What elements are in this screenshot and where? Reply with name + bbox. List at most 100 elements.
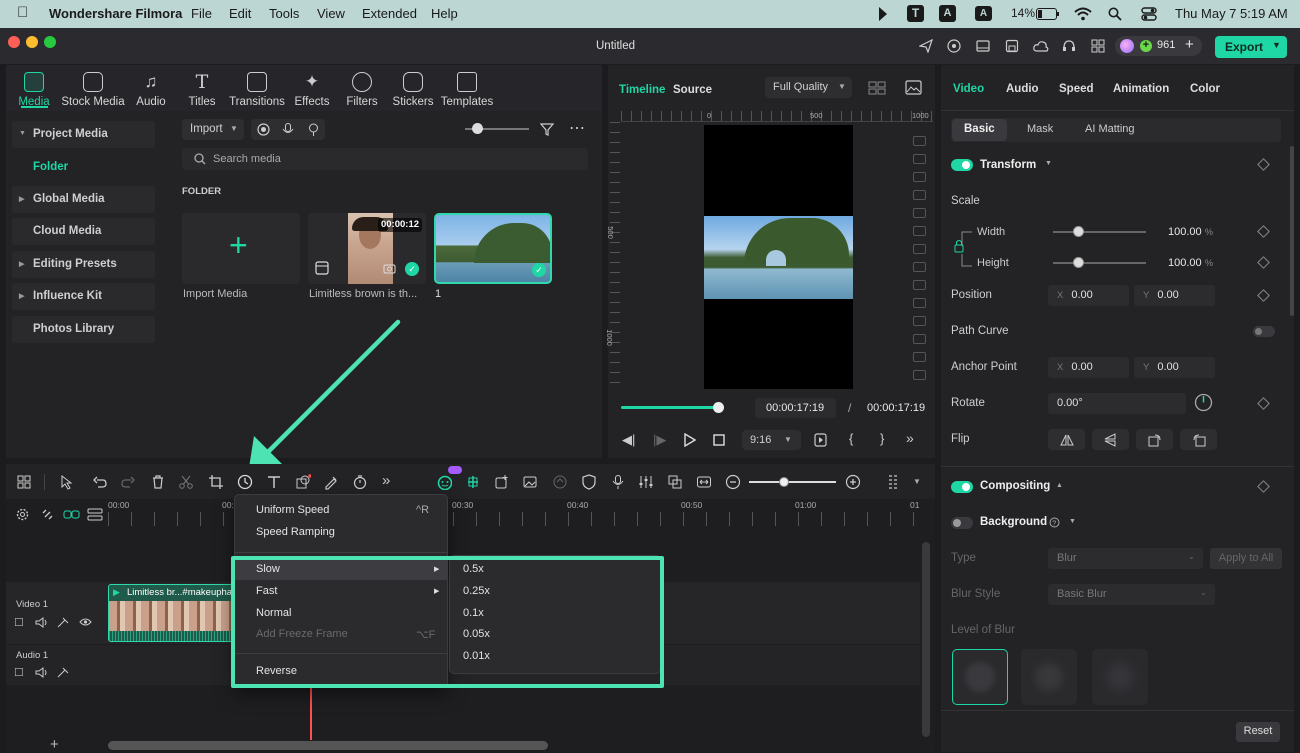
preview-canvas[interactable] [704, 125, 853, 389]
media-clip-2[interactable]: ✓ [434, 213, 552, 284]
caret-down-icon[interactable]: ▼ [1045, 160, 1052, 167]
export-button[interactable]: Export ▼ [1215, 36, 1287, 58]
subtab-basic[interactable]: Basic [952, 119, 1007, 141]
layout-icon[interactable] [976, 39, 990, 53]
blur-style-dropdown[interactable]: Basic Blur ⌄ [1048, 584, 1215, 605]
ai-assistant-icon[interactable] [436, 474, 452, 490]
path-curve-toggle[interactable] [1253, 326, 1275, 337]
apple-icon[interactable]:  [17, 4, 28, 21]
minimize-window-button[interactable] [26, 36, 38, 48]
tab-templates[interactable]: Templates [440, 72, 494, 108]
rotate-input[interactable]: 0.00° [1048, 393, 1186, 414]
submenu-item-0-5x[interactable]: 0.5x [463, 563, 484, 575]
tab-audio-properties[interactable]: Audio [1006, 83, 1039, 95]
sidebar-item-photos-library[interactable]: Photos Library [12, 316, 155, 343]
record-screen-icon[interactable] [257, 123, 270, 136]
submenu-item-0-1x[interactable]: 0.1x [463, 607, 484, 619]
tab-source[interactable]: Source [673, 84, 712, 96]
tab-stickers[interactable]: Stickers [391, 72, 435, 108]
cloud-upload-icon[interactable] [1033, 39, 1049, 53]
add-track-plus-icon[interactable]: + [50, 736, 59, 753]
clock[interactable]: Thu May 7 5:19 AM [1175, 6, 1288, 21]
slider-handle[interactable] [472, 123, 483, 134]
mark-out-icon[interactable]: } [880, 431, 884, 446]
a-app-icon[interactable]: A [939, 5, 956, 22]
spotlight-search-icon[interactable] [1108, 7, 1122, 21]
image-edit-icon[interactable] [522, 474, 538, 490]
tab-effects[interactable]: ✦ Effects [293, 72, 331, 108]
menu-item-speed-ramping[interactable]: Speed Ramping [256, 526, 335, 538]
tab-color[interactable]: Color [1190, 83, 1220, 95]
control-center-icon[interactable] [1141, 6, 1157, 22]
menu-extended[interactable]: Extended [362, 6, 417, 21]
tab-timeline[interactable]: Timeline [619, 84, 665, 96]
undo-icon[interactable] [92, 474, 108, 490]
link-icon[interactable] [63, 507, 80, 522]
avatar[interactable] [1120, 39, 1134, 53]
position-x-input[interactable]: X 0.00 [1048, 285, 1129, 306]
properties-scrollbar[interactable] [1290, 146, 1294, 316]
search-input[interactable]: Search media [182, 148, 588, 170]
apps-grid-icon[interactable] [1091, 39, 1105, 53]
tab-stock-media[interactable]: Stock Media [61, 72, 125, 108]
more-tools-icon[interactable]: » [382, 472, 390, 489]
menu-help[interactable]: Help [431, 6, 458, 21]
slider-handle[interactable] [779, 477, 789, 487]
credits-badge[interactable]: + 961 + [1115, 36, 1202, 56]
app-name[interactable]: Wondershare Filmora [49, 6, 182, 21]
headset-support-icon[interactable] [1062, 39, 1076, 53]
speaker-icon[interactable] [35, 617, 48, 628]
next-frame-icon[interactable]: |▶ [653, 432, 666, 448]
anchor-x-input[interactable]: X 0.00 [1048, 357, 1129, 378]
menu-item-normal[interactable]: Normal [256, 607, 291, 619]
help-icon[interactable]: ? [1049, 517, 1060, 528]
timeline-zoom-slider[interactable] [749, 481, 836, 483]
microphone-icon[interactable] [282, 123, 294, 136]
crop-icon[interactable] [208, 474, 224, 490]
record-voice-icon[interactable] [610, 474, 626, 490]
submenu-item-0-05x[interactable]: 0.05x [463, 628, 490, 640]
close-window-button[interactable] [8, 36, 20, 48]
playhead-handle[interactable] [713, 402, 724, 413]
flip-horizontal-button[interactable] [1048, 429, 1085, 450]
lock-track-icon[interactable]: ☐ [14, 666, 24, 679]
tab-animation[interactable]: Animation [1113, 83, 1169, 95]
speed-clock-icon[interactable] [237, 474, 253, 490]
text-tool-icon[interactable] [266, 474, 282, 490]
menu-item-add-freeze-frame[interactable]: Add Freeze Frame [256, 628, 348, 640]
scissors-split-icon[interactable] [178, 474, 194, 490]
track-effects-icon[interactable] [57, 667, 69, 678]
tab-filters[interactable]: Filters [344, 72, 380, 108]
flip-vertical-button[interactable] [1092, 429, 1129, 450]
speaker-icon[interactable] [35, 667, 48, 678]
blur-level-option-3[interactable] [1092, 649, 1148, 705]
menu-edit[interactable]: Edit [229, 6, 251, 21]
height-slider[interactable] [1053, 262, 1146, 264]
feedback-icon[interactable] [947, 39, 961, 53]
tab-titles[interactable]: T Titles [184, 72, 220, 108]
sidebar-item-influence-kit[interactable]: ▶ Influence Kit [12, 283, 155, 310]
previous-frame-icon[interactable]: ◀| [622, 432, 635, 448]
submenu-item-0-25x[interactable]: 0.25x [463, 585, 490, 597]
slider-handle[interactable] [1073, 257, 1084, 268]
tab-audio[interactable]: ♫ Audio [134, 72, 168, 108]
slider-handle[interactable] [1073, 226, 1084, 237]
shield-icon[interactable] [581, 474, 597, 490]
blur-level-option-2[interactable] [1021, 649, 1077, 705]
add-track-icon[interactable] [494, 474, 510, 490]
aspect-ratio-dropdown[interactable]: 9:16 ▼ [742, 430, 801, 450]
lock-track-icon[interactable]: ☐ [14, 616, 24, 629]
menu-tools[interactable]: Tools [269, 6, 299, 21]
menu-file[interactable]: File [191, 6, 212, 21]
timeline-video-clip[interactable]: ▶ Limitless br...#makeupha [108, 584, 236, 642]
transform-toggle[interactable] [951, 159, 973, 171]
audio-mixer-icon[interactable] [638, 474, 654, 490]
width-value[interactable]: 100.00 [1168, 226, 1202, 238]
sidebar-item-editing-presets[interactable]: ▶ Editing Presets [12, 251, 155, 278]
replace-clip-icon[interactable] [667, 474, 683, 490]
import-dropdown[interactable]: Import ▼ [182, 119, 244, 140]
subtab-mask[interactable]: Mask [1027, 123, 1053, 135]
stop-icon[interactable] [713, 434, 725, 446]
rotate-clockwise-button[interactable] [1136, 429, 1173, 450]
blur-level-option-1[interactable] [952, 649, 1008, 705]
